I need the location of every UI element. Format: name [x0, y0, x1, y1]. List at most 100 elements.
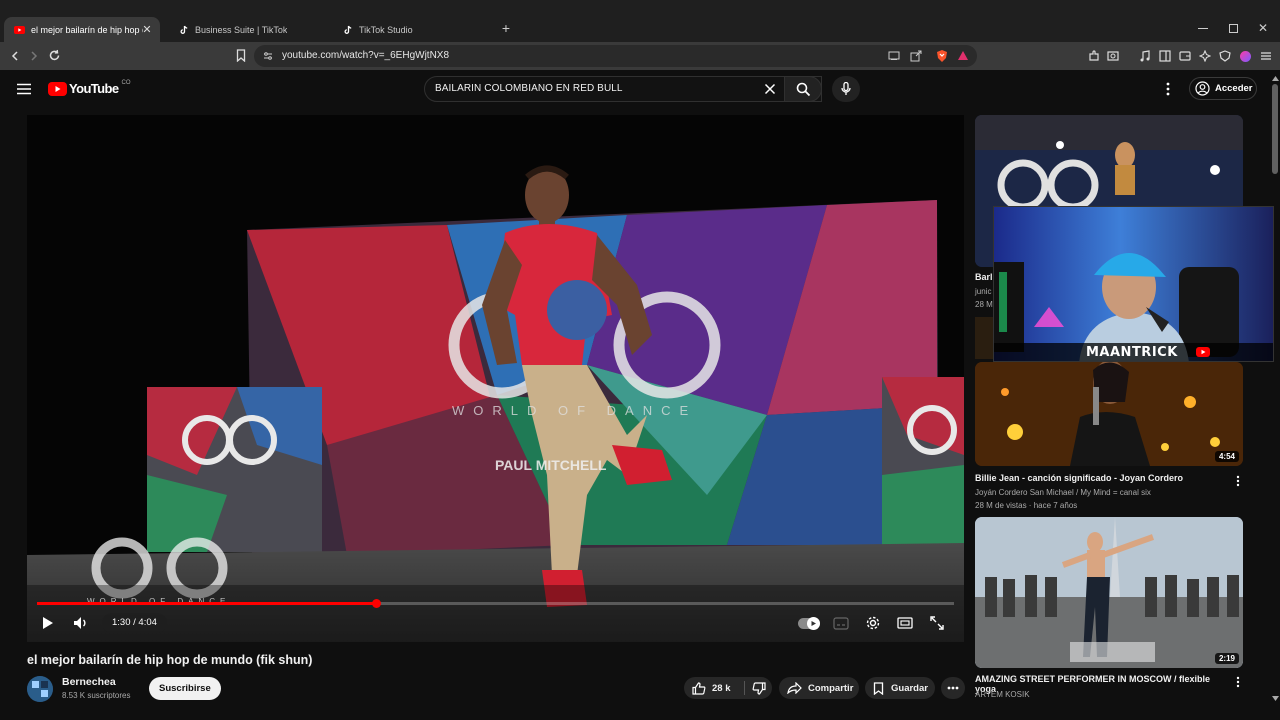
- like-button[interactable]: 28 k: [684, 677, 744, 699]
- video-options-icon[interactable]: [1236, 676, 1240, 688]
- tab-business-suite[interactable]: Business Suite | TikTok: [168, 17, 328, 42]
- streamer-name: MAANTRICK: [1086, 345, 1178, 360]
- share-arrow-icon: [787, 682, 802, 694]
- tiktok-favicon-icon: [178, 24, 189, 35]
- recommended-video-channel[interactable]: ARTEM KOSIK: [975, 690, 1030, 699]
- subscriber-count: 8.53 K suscriptores: [62, 691, 131, 700]
- video-player[interactable]: WORLD OF DANCE PAUL MITCHELL WORLD OF DA…: [27, 115, 964, 642]
- clear-search-icon[interactable]: [764, 83, 776, 95]
- tab-tiktok-studio[interactable]: TikTok Studio: [332, 17, 492, 42]
- hamburger-menu-icon[interactable]: [17, 83, 31, 95]
- settings-gear-icon[interactable]: [865, 615, 881, 631]
- restore-window-icon[interactable]: [1229, 24, 1238, 33]
- youtube-logo[interactable]: YouTube CO: [48, 79, 131, 96]
- youtube-favicon-icon: [14, 24, 25, 35]
- close-tab-icon[interactable]: ✕: [140, 22, 154, 36]
- time-display: 1:30 / 4:04: [102, 613, 167, 633]
- video-options-icon[interactable]: [1236, 475, 1240, 487]
- new-tab-button[interactable]: +: [499, 21, 513, 35]
- page-scrollbar[interactable]: [1270, 70, 1280, 720]
- youtube-badge-icon: [1196, 347, 1210, 357]
- sign-in-button[interactable]: Acceder: [1189, 77, 1257, 100]
- search-query-text: BAILARIN COLOMBIANO EN RED BULL: [435, 83, 623, 94]
- autoplay-toggle[interactable]: [798, 617, 820, 630]
- like-dislike-group: 28 k: [684, 677, 772, 699]
- address-bar[interactable]: youtube.com/watch?v=_6EHgWjtNX8: [254, 45, 977, 67]
- search-button[interactable]: [784, 76, 822, 102]
- cast-icon[interactable]: [888, 51, 900, 61]
- subtitles-icon[interactable]: [833, 617, 849, 630]
- scroll-up-icon[interactable]: [1272, 76, 1279, 81]
- subscribe-button[interactable]: Suscribirse: [149, 677, 221, 700]
- wallet-icon[interactable]: [1179, 50, 1191, 62]
- recommended-video-thumbnail[interactable]: 4:54: [975, 362, 1243, 466]
- more-actions-button[interactable]: [941, 677, 965, 699]
- media-controls-icon[interactable]: [1139, 50, 1151, 62]
- tab-youtube[interactable]: el mejor bailarín de hip hop de m ✕: [4, 17, 160, 42]
- save-button[interactable]: Guardar: [865, 677, 935, 699]
- share-button[interactable]: Compartir: [779, 677, 859, 699]
- banner-left: [147, 387, 322, 552]
- thumbs-down-icon: [752, 681, 766, 695]
- save-label: Guardar: [891, 682, 928, 694]
- browser-tab-strip: el mejor bailarín de hip hop de m ✕ Busi…: [0, 0, 1280, 42]
- browser-menu-icon[interactable]: [1260, 50, 1272, 62]
- minimize-window-icon[interactable]: [1198, 28, 1208, 29]
- channel-avatar[interactable]: [27, 676, 53, 702]
- thumbnail-image: [975, 517, 1243, 668]
- channel-name[interactable]: Bernechea: [62, 676, 116, 688]
- recommended-video-title[interactable]: Barl: [975, 272, 993, 282]
- fullscreen-icon[interactable]: [930, 616, 944, 630]
- sign-in-label: Acceder: [1215, 83, 1253, 94]
- youtube-page: YouTube CO BAILARIN COLOMBIANO EN RED BU…: [0, 70, 1280, 720]
- back-arrow-icon[interactable]: [9, 50, 21, 62]
- recommended-video-stats: 28 M de vistas · hace 7 años: [975, 501, 1078, 510]
- video-duration: 2:19: [1214, 653, 1239, 664]
- channel-avatar-icon: [27, 676, 53, 702]
- recommended-video-channel[interactable]: Joyán Cordero San Michael / My Mind = ca…: [975, 488, 1151, 497]
- video-duration: 4:54: [1214, 451, 1239, 462]
- tiktok-favicon-icon: [342, 24, 353, 35]
- backdrop-sub-text: WORLD OF DANCE: [452, 403, 698, 418]
- country-code: CO: [121, 79, 131, 86]
- leo-ai-icon[interactable]: [1199, 50, 1211, 62]
- forward-arrow-icon[interactable]: [28, 50, 40, 62]
- screenshot-icon[interactable]: [1107, 50, 1119, 62]
- dislike-button[interactable]: [745, 677, 772, 699]
- site-info-icon[interactable]: [263, 51, 273, 61]
- brave-rewards-icon[interactable]: [957, 50, 969, 62]
- banner-right: [882, 377, 964, 557]
- profile-avatar-icon[interactable]: [1240, 51, 1251, 62]
- search-input[interactable]: BAILARIN COLOMBIANO EN RED BULL: [424, 76, 822, 102]
- reload-icon[interactable]: [48, 49, 61, 62]
- thumbnail-partial: [975, 317, 995, 359]
- bookmark-icon[interactable]: [236, 49, 246, 62]
- close-window-icon[interactable]: ✕: [1258, 21, 1270, 35]
- microphone-icon: [841, 82, 851, 95]
- volume-icon[interactable]: [73, 616, 89, 630]
- sidebar-toggle-icon[interactable]: [1159, 50, 1171, 62]
- browser-toolbar: youtube.com/watch?v=_6EHgWjtNX8: [0, 42, 1280, 70]
- recommended-video-thumbnail[interactable]: 2:19: [975, 517, 1243, 668]
- recommended-video-channel[interactable]: junic: [975, 287, 991, 296]
- voice-search-button[interactable]: [832, 76, 860, 102]
- vpn-shield-icon[interactable]: [1219, 50, 1231, 62]
- share-page-icon[interactable]: [910, 50, 922, 62]
- youtube-logo-text: YouTube: [69, 81, 119, 96]
- webcam-image: [994, 207, 1273, 361]
- progress-fill: [37, 602, 377, 605]
- recommended-video-stats: 28 M: [975, 300, 993, 309]
- autoplay-play-icon: [811, 621, 816, 626]
- theater-mode-icon[interactable]: [897, 617, 913, 629]
- extensions-puzzle-icon[interactable]: [1088, 50, 1100, 62]
- webcam-overlay: MAANTRICK: [993, 206, 1274, 362]
- scroll-down-icon[interactable]: [1272, 696, 1279, 701]
- search-icon: [796, 82, 811, 97]
- brave-shield-icon[interactable]: [935, 49, 949, 63]
- scrollbar-thumb[interactable]: [1272, 84, 1278, 174]
- thumbs-up-icon: [692, 681, 706, 695]
- settings-more-icon[interactable]: [1166, 82, 1170, 96]
- play-icon[interactable]: [41, 616, 54, 630]
- recommended-video-title[interactable]: Billie Jean - canción significado - Joya…: [975, 473, 1225, 483]
- progress-bar[interactable]: [37, 602, 954, 605]
